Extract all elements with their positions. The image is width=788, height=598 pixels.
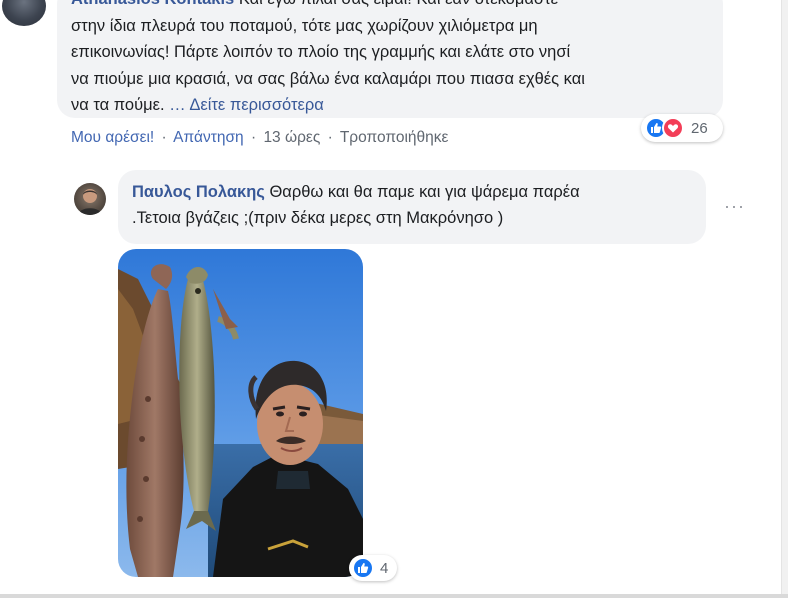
comment-text: Και εγώ πιλάι σας είμαι! Και εάν ότεκομα… [239,0,558,8]
reaction-count: 26 [691,119,708,137]
comment-text-line: επικοινωνίας! Πάρτε λοιπόν το πλοίο της … [71,43,571,61]
reply-text-line: .Τετοια βγάζεις ;(πριν δέκα μερες στη Μα… [132,209,504,227]
comment-author[interactable]: Athanasios Kontakis [71,0,234,8]
comment-text: να τα πούμε. [71,96,170,114]
reply-bubble: Παυλος Πολακης Θαρθω και θα παμε και για… [118,170,706,244]
reply-author[interactable]: Παυλος Πολακης [132,183,265,201]
like-link[interactable]: Μου αρέσει! [71,129,154,146]
separator: · [250,129,257,146]
comment-text-line: στην ίδια πλευρά του ποταμού, τότε μας χ… [71,16,538,35]
comment-text-line: να τα πούμε. … Δείτε περισσότερα [71,92,709,119]
comment-bubble: Athanasios Kontakis Και εγώ πιλάι σας εί… [57,0,723,118]
reaction-count: 4 [380,559,389,577]
timestamp[interactable]: 13 ώρες [263,129,320,146]
scrollbar-track[interactable] [781,0,788,598]
more-options-icon[interactable]: ··· [724,196,745,217]
love-icon [662,117,684,139]
comment-text-line: να πιούμε μια κρασιά, να σας βάλω ένα κα… [71,69,585,88]
comment-text-line: Athanasios Kontakis Και εγώ πιλάι σας εί… [71,0,709,13]
edited-label[interactable]: Τροποποιήθηκε [340,129,449,146]
comment-actions: Μου αρέσει! · Απάντηση · 13 ώρες · Τροπο… [71,129,448,147]
reactions-badge[interactable]: 26 [641,114,723,142]
reply-author-avatar[interactable] [74,183,106,215]
reply-text: Θαρθω και θα παμε και για ψάρεμα παρέα [264,183,580,201]
bottom-edge [0,594,788,598]
photo-reactions-badge[interactable]: 4 [349,555,397,581]
separator: · [161,129,167,146]
reply-text-line: Παυλος Πολακης Θαρθω και θα παμε και για… [132,179,692,205]
see-more-link[interactable]: … Δείτε περισσότερα [169,96,324,114]
like-icon [352,557,374,579]
attached-photo[interactable] [118,249,363,577]
commenter-avatar[interactable] [2,0,46,26]
separator: · [327,129,333,146]
reply-link[interactable]: Απάντηση [173,129,243,146]
